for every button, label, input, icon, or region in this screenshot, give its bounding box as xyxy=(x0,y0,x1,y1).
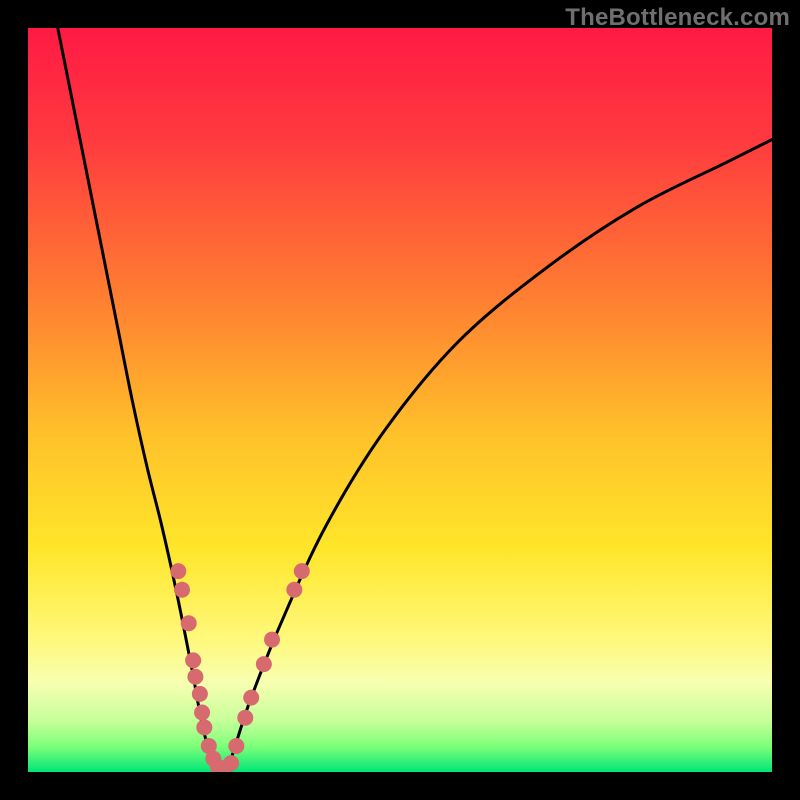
data-dot xyxy=(196,719,212,735)
data-dot xyxy=(187,669,203,685)
bottleneck-curve xyxy=(58,28,772,772)
data-dot xyxy=(194,704,210,720)
watermark-text: TheBottleneck.com xyxy=(565,4,790,32)
data-dot xyxy=(174,582,190,598)
data-dot xyxy=(286,582,302,598)
data-dot xyxy=(185,652,201,668)
data-dot xyxy=(264,632,280,648)
data-dot xyxy=(181,615,197,631)
data-dot xyxy=(294,563,310,579)
data-dot xyxy=(170,563,186,579)
chart-svg xyxy=(28,28,772,772)
data-dot xyxy=(243,690,259,706)
chart-frame: TheBottleneck.com xyxy=(0,0,800,800)
plot-area xyxy=(28,28,772,772)
data-dot xyxy=(223,755,239,771)
data-dot xyxy=(256,656,272,672)
highlighted-points xyxy=(170,563,310,772)
data-dot xyxy=(192,686,208,702)
data-dot xyxy=(237,710,253,726)
data-dot xyxy=(228,738,244,754)
